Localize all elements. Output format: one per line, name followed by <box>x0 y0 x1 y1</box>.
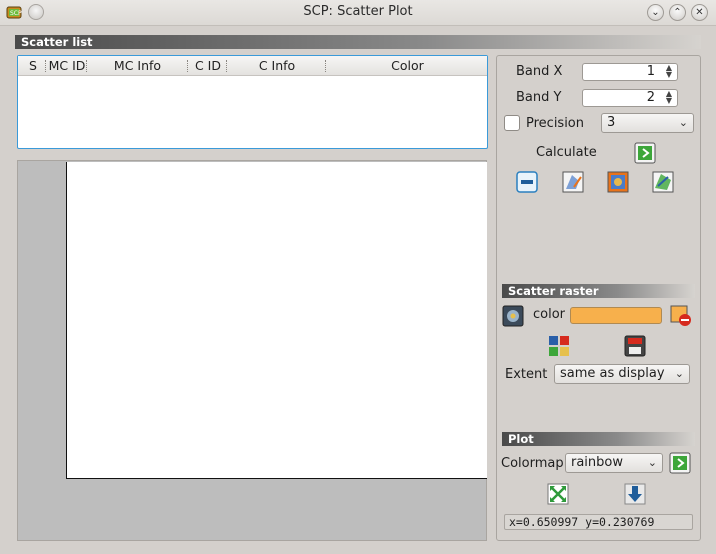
calculate-run-icon[interactable] <box>634 142 656 164</box>
precision-label: Precision <box>526 116 585 131</box>
chevron-down-icon: ⌄ <box>651 7 660 18</box>
remove-icon[interactable] <box>516 171 538 193</box>
reset-color-icon[interactable] <box>670 305 692 327</box>
scatter-raster-header: Scatter raster <box>502 284 695 298</box>
title-bar: SCP SCP: Scatter Plot ⌄ ⌃ ✕ <box>0 0 716 26</box>
settings-panel: Band X 1 ▲ ▼ Band Y 2 ▲ ▼ Precision 3 ⌄ … <box>496 55 701 541</box>
color-label: color <box>533 307 566 322</box>
column-header-c-info[interactable]: C Info <box>230 58 324 73</box>
column-separator <box>45 60 46 72</box>
extent-select[interactable]: same as display ⌄ <box>554 364 690 384</box>
chevron-down-icon: ⌄ <box>647 456 657 469</box>
band-x-label: Band X <box>516 64 563 79</box>
plot-canvas[interactable] <box>66 162 487 479</box>
column-separator <box>325 60 326 72</box>
chevron-up-icon: ⌃ <box>673 7 682 18</box>
scatter-list-table[interactable]: S MC ID MC Info C ID C Info Color <box>17 55 488 149</box>
scatter-raster-calc-icon[interactable] <box>548 335 570 357</box>
window-title: SCP: Scatter Plot <box>303 4 413 19</box>
download-icon[interactable] <box>624 483 646 505</box>
fit-extent-icon[interactable] <box>547 483 569 505</box>
column-separator <box>86 60 87 72</box>
colormap-select[interactable]: rainbow ⌄ <box>565 453 663 473</box>
chevron-down-icon: ⌄ <box>674 367 684 380</box>
precision-value: 3 <box>607 115 616 130</box>
close-icon: ✕ <box>695 7 704 18</box>
extent-label: Extent <box>505 367 548 382</box>
color-swatch[interactable] <box>570 307 662 324</box>
column-header-s[interactable]: S <box>24 58 42 73</box>
column-header-mc-info[interactable]: MC Info <box>90 58 185 73</box>
polygon-to-scatter-icon[interactable] <box>652 171 674 193</box>
draw-polygon-icon[interactable] <box>562 171 584 193</box>
column-header-mc-id[interactable]: MC ID <box>48 58 86 73</box>
colormap-label: Colormap <box>501 456 564 471</box>
plot-header: Plot <box>502 432 695 446</box>
calculate-label: Calculate <box>536 145 597 160</box>
coordinates-readout: x=0.650997 y=0.230769 <box>504 514 693 530</box>
chevron-down-icon[interactable]: ▼ <box>666 70 672 79</box>
band-y-stepper-arrows[interactable]: ▲ ▼ <box>663 90 675 106</box>
column-separator <box>187 60 188 72</box>
scatter-list-header: Scatter list <box>15 35 701 49</box>
close-button[interactable]: ✕ <box>691 4 708 21</box>
column-header-c-id[interactable]: C ID <box>190 58 226 73</box>
raster-plot-icon[interactable] <box>607 171 629 193</box>
precision-select[interactable]: 3 ⌄ <box>601 113 694 133</box>
precision-checkbox[interactable] <box>504 115 520 131</box>
band-x-stepper-arrows[interactable]: ▲ ▼ <box>663 64 675 80</box>
chevron-down-icon[interactable]: ▼ <box>666 96 672 105</box>
column-header-color[interactable]: Color <box>330 58 485 73</box>
color-picker-icon[interactable] <box>502 305 524 327</box>
table-header: S MC ID MC Info C ID C Info Color <box>18 56 487 76</box>
column-separator <box>226 60 227 72</box>
colormap-value: rainbow <box>571 455 623 470</box>
band-y-label: Band Y <box>516 90 562 105</box>
minimize-button[interactable]: ⌄ <box>647 4 664 21</box>
plot-area[interactable] <box>17 160 487 541</box>
maximize-button[interactable]: ⌃ <box>669 4 686 21</box>
save-raster-icon[interactable] <box>624 335 646 357</box>
extent-value: same as display <box>560 366 665 381</box>
apply-colormap-icon[interactable] <box>669 452 691 474</box>
chevron-down-icon: ⌄ <box>678 116 688 129</box>
